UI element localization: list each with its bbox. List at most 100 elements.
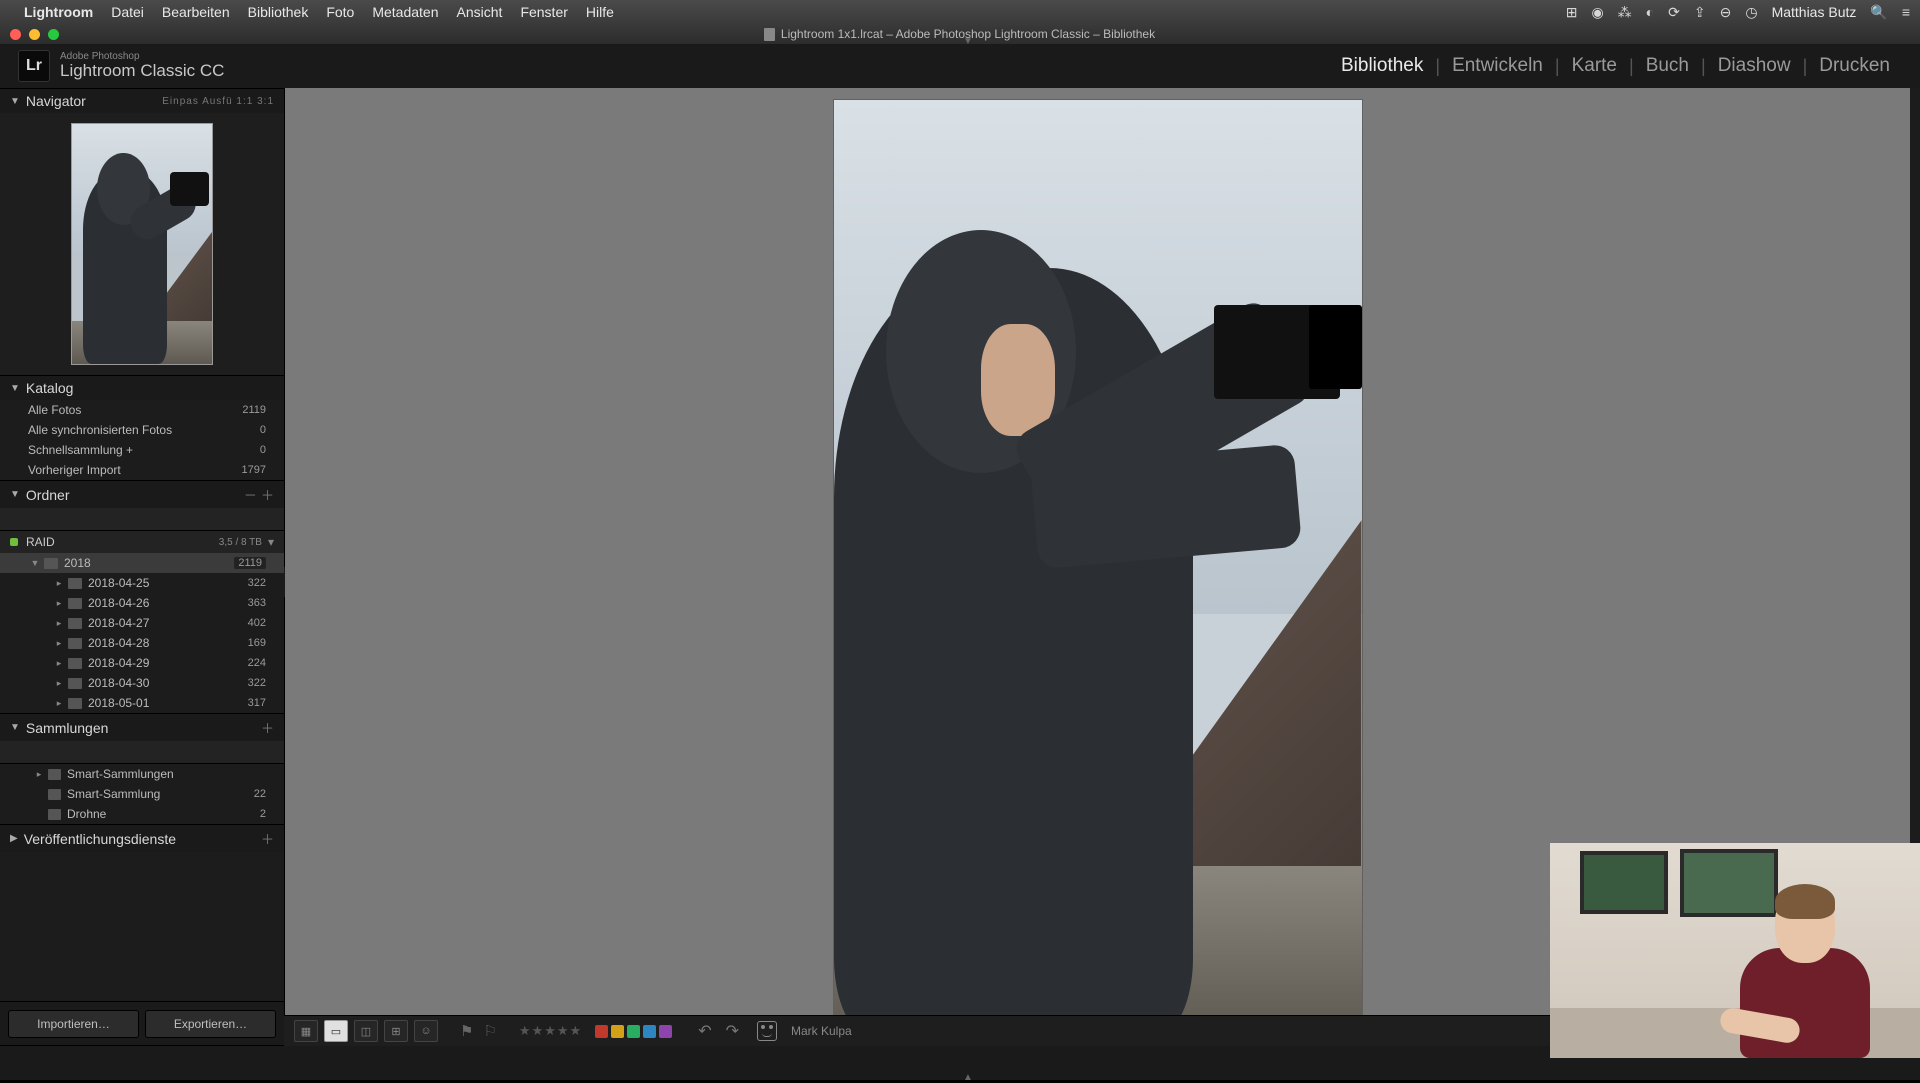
menu-metadaten[interactable]: Metadaten bbox=[372, 4, 438, 20]
folder-row-2018[interactable]: ▼20182119 bbox=[0, 553, 284, 573]
navigator-zoom-options[interactable]: Einpas Ausfü 1:1 3:1 bbox=[162, 96, 274, 107]
left-bottom-buttons: Importieren… Exportieren… bbox=[0, 1001, 284, 1046]
disclosure-triangle-icon[interactable]: ▸ bbox=[54, 678, 64, 689]
close-window-button[interactable] bbox=[10, 29, 21, 40]
folders-minus-button[interactable]: ─ bbox=[246, 487, 255, 502]
folder-row[interactable]: ▸2018-05-01317 bbox=[0, 693, 284, 713]
star-icon[interactable]: ★ bbox=[570, 1023, 582, 1039]
volume-row-raid[interactable]: RAID 3,5 / 8 TB ▾ bbox=[0, 531, 284, 553]
folders-filter-bar[interactable] bbox=[0, 508, 284, 531]
folder-row[interactable]: ▸2018-04-27402 bbox=[0, 613, 284, 633]
control-center-icon[interactable]: ≡ bbox=[1902, 4, 1910, 20]
module-diashow[interactable]: Diashow bbox=[1706, 55, 1803, 77]
grid-view-button[interactable]: ▦ bbox=[294, 1020, 318, 1042]
rating-stars[interactable]: ★★★★★ bbox=[519, 1023, 581, 1039]
star-icon[interactable]: ★ bbox=[532, 1023, 544, 1039]
status-icon[interactable]: ◉ bbox=[1591, 4, 1603, 21]
module-karte[interactable]: Karte bbox=[1560, 55, 1629, 77]
star-icon[interactable]: ★ bbox=[557, 1023, 569, 1039]
folders-header[interactable]: ▼ Ordner ─ ＋ bbox=[0, 480, 284, 508]
menu-ansicht[interactable]: Ansicht bbox=[457, 4, 503, 20]
module-entwickeln[interactable]: Entwickeln bbox=[1440, 55, 1555, 77]
color-label-purple[interactable] bbox=[659, 1025, 672, 1038]
status-icon[interactable]: ⟳ bbox=[1668, 4, 1680, 21]
catalog-row-alle-fotos[interactable]: Alle Fotos2119 bbox=[0, 400, 284, 420]
disclosure-triangle-icon[interactable]: ▸ bbox=[54, 658, 64, 669]
folder-row[interactable]: ▸2018-04-28169 bbox=[0, 633, 284, 653]
menu-bibliothek[interactable]: Bibliothek bbox=[248, 4, 309, 20]
star-icon[interactable]: ★ bbox=[544, 1023, 556, 1039]
status-icon[interactable]: ⊖ bbox=[1720, 4, 1732, 21]
color-label-yellow[interactable] bbox=[611, 1025, 624, 1038]
module-bibliothek[interactable]: Bibliothek bbox=[1329, 55, 1435, 77]
import-button[interactable]: Importieren… bbox=[8, 1010, 139, 1038]
compare-view-button[interactable]: ◫ bbox=[354, 1020, 378, 1042]
color-label-blue[interactable] bbox=[643, 1025, 656, 1038]
status-icon[interactable]: ◐ bbox=[1646, 4, 1654, 20]
face-region-icon[interactable] bbox=[757, 1021, 777, 1041]
collection-row[interactable]: Drohne2 bbox=[0, 804, 284, 824]
user-name[interactable]: Matthias Butz bbox=[1772, 4, 1857, 20]
disclosure-triangle-icon[interactable]: ▸ bbox=[54, 698, 64, 709]
disclosure-triangle-icon[interactable]: ▸ bbox=[54, 618, 64, 629]
collection-row[interactable]: Smart-Sammlung22 bbox=[0, 784, 284, 804]
navigator-header[interactable]: ▼ Navigator Einpas Ausfü 1:1 3:1 bbox=[0, 88, 284, 113]
menu-fenster[interactable]: Fenster bbox=[520, 4, 567, 20]
menu-bearbeiten[interactable]: Bearbeiten bbox=[162, 4, 230, 20]
collection-row[interactable]: ▸Smart-Sammlungen bbox=[0, 764, 284, 784]
disclosure-triangle-icon[interactable]: ▶ bbox=[10, 833, 18, 844]
main-photo[interactable] bbox=[834, 100, 1362, 1035]
flag-reject-icon[interactable]: ⚐ bbox=[483, 1022, 496, 1040]
collections-filter-bar[interactable] bbox=[0, 741, 284, 764]
module-drucken[interactable]: Drucken bbox=[1807, 55, 1902, 77]
top-panel-toggle[interactable]: ▼ bbox=[960, 36, 976, 44]
disclosure-triangle-icon[interactable]: ▸ bbox=[34, 769, 44, 780]
catalog-header[interactable]: ▼ Katalog bbox=[0, 375, 284, 400]
export-button[interactable]: Exportieren… bbox=[145, 1010, 276, 1038]
menu-datei[interactable]: Datei bbox=[111, 4, 144, 20]
loupe-view-button[interactable]: ▭ bbox=[324, 1020, 348, 1042]
status-icon[interactable]: ⁂ bbox=[1618, 4, 1632, 21]
color-label-green[interactable] bbox=[627, 1025, 640, 1038]
status-icon[interactable]: ⊞ bbox=[1566, 4, 1578, 21]
folder-row[interactable]: ▸2018-04-29224 bbox=[0, 653, 284, 673]
catalog-row-sync-fotos[interactable]: Alle synchronisierten Fotos0 bbox=[0, 420, 284, 440]
publish-plus-button[interactable]: ＋ bbox=[261, 829, 274, 848]
menu-foto[interactable]: Foto bbox=[326, 4, 354, 20]
disclosure-triangle-icon[interactable]: ▼ bbox=[30, 558, 40, 568]
collections-plus-button[interactable]: ＋ bbox=[261, 718, 274, 737]
navigator-preview[interactable] bbox=[0, 113, 284, 375]
disclosure-triangle-icon[interactable]: ▼ bbox=[10, 96, 20, 107]
rotate-cw-button[interactable]: ↷ bbox=[726, 1021, 739, 1041]
minimize-window-button[interactable] bbox=[29, 29, 40, 40]
app-menu[interactable]: Lightroom bbox=[24, 4, 93, 20]
status-icon[interactable]: ⇪ bbox=[1694, 4, 1706, 21]
module-buch[interactable]: Buch bbox=[1634, 55, 1701, 77]
spotlight-icon[interactable]: 🔍 bbox=[1870, 4, 1887, 21]
catalog-row-schnellsammlung[interactable]: Schnellsammlung +0 bbox=[0, 440, 284, 460]
folder-row[interactable]: ▸2018-04-25322 bbox=[0, 573, 284, 593]
catalog-row-vorheriger-import[interactable]: Vorheriger Import1797 bbox=[0, 460, 284, 480]
rotate-ccw-button[interactable]: ↶ bbox=[698, 1021, 711, 1041]
zoom-window-button[interactable] bbox=[48, 29, 59, 40]
disclosure-triangle-icon[interactable]: ▸ bbox=[54, 578, 64, 589]
bottom-panel-toggle[interactable]: ▲ bbox=[960, 1072, 976, 1080]
flag-pick-icon[interactable]: ⚑ bbox=[460, 1022, 473, 1040]
folder-row[interactable]: ▸2018-04-26363 bbox=[0, 593, 284, 613]
volume-menu-icon[interactable]: ▾ bbox=[268, 535, 274, 549]
survey-view-button[interactable]: ⊞ bbox=[384, 1020, 408, 1042]
disclosure-triangle-icon[interactable]: ▸ bbox=[54, 598, 64, 609]
publish-header[interactable]: ▶ Veröffentlichungsdienste ＋ bbox=[0, 824, 284, 852]
disclosure-triangle-icon[interactable]: ▼ bbox=[10, 722, 20, 733]
disclosure-triangle-icon[interactable]: ▼ bbox=[10, 489, 20, 500]
collections-header[interactable]: ▼ Sammlungen ＋ bbox=[0, 713, 284, 741]
star-icon[interactable]: ★ bbox=[519, 1023, 531, 1039]
disclosure-triangle-icon[interactable]: ▼ bbox=[10, 383, 20, 394]
disclosure-triangle-icon[interactable]: ▸ bbox=[54, 638, 64, 649]
folder-row[interactable]: ▸2018-04-30322 bbox=[0, 673, 284, 693]
menu-hilfe[interactable]: Hilfe bbox=[586, 4, 614, 20]
people-view-button[interactable]: ☺ bbox=[414, 1020, 438, 1042]
color-label-red[interactable] bbox=[595, 1025, 608, 1038]
status-icon[interactable]: ◷ bbox=[1745, 4, 1757, 21]
folders-plus-button[interactable]: ＋ bbox=[261, 485, 274, 504]
